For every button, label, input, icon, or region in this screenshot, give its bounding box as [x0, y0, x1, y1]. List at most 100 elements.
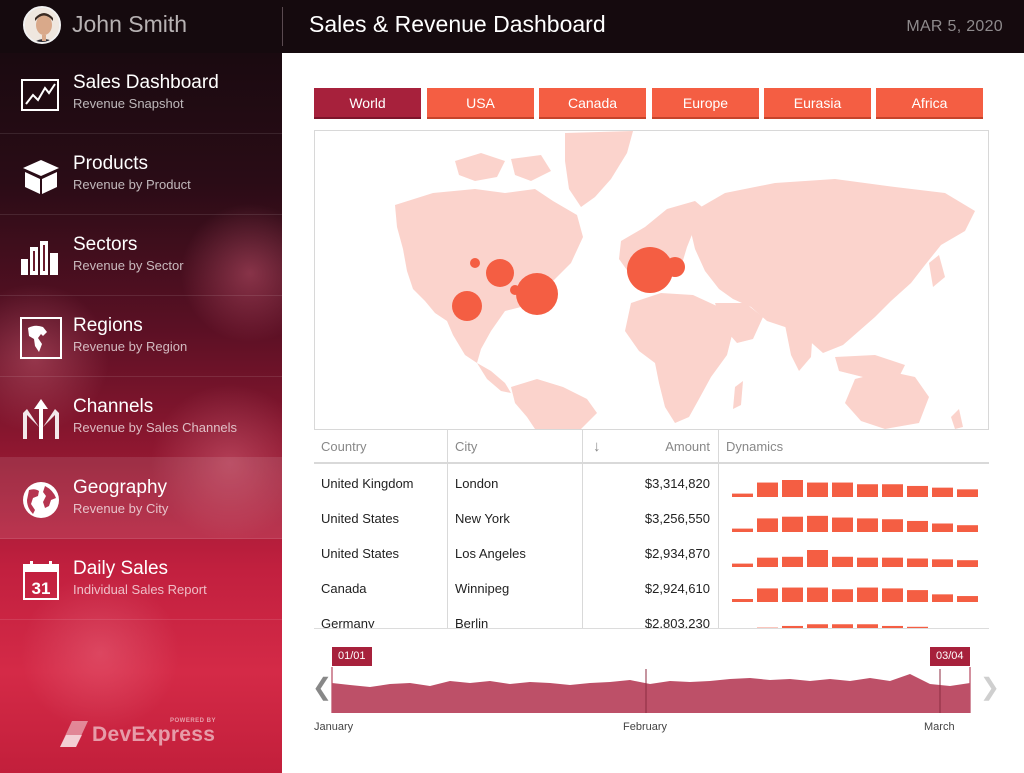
globe-icon: [23, 482, 59, 518]
region-tabs: World USA Canada Europe Eurasia Africa: [314, 88, 984, 120]
sparkline-bar: [957, 560, 978, 567]
region-map-icon: [20, 317, 62, 359]
sidebar-item-regions[interactable]: Regions Revenue by Region: [0, 296, 282, 377]
sparkline-bar: [857, 557, 878, 567]
line-chart-icon: [21, 79, 59, 111]
range-end-marker[interactable]: 03/04: [930, 647, 970, 666]
sidebar-item-daily-sales[interactable]: 31 Daily Sales Individual Sales Report: [0, 539, 282, 620]
bubble-marker[interactable]: [510, 285, 520, 295]
sidebar-item-geography[interactable]: Geography Revenue by City: [0, 458, 282, 539]
bubble-marker[interactable]: [486, 259, 514, 287]
sidebar-item-subtitle: Revenue by Sector: [73, 258, 184, 273]
table-row[interactable]: United Kingdom London $3,314,820: [314, 466, 989, 501]
sparkline-bars: [732, 587, 978, 602]
sparkline-bar: [882, 484, 903, 497]
column-header-dynamics[interactable]: Dynamics: [719, 429, 919, 464]
world-map-canvas: [395, 131, 975, 429]
sparkline-bar: [832, 624, 853, 628]
sparkline-bar: [732, 528, 753, 532]
sparkline-bar: [907, 590, 928, 602]
cell-city: Winnipeg: [455, 581, 510, 596]
sparkline-bars: [732, 550, 978, 567]
axis-label-march: March: [924, 721, 955, 733]
bubble-marker[interactable]: [665, 257, 685, 277]
tab-africa[interactable]: Africa: [876, 88, 983, 119]
sparkline-bar: [757, 482, 778, 497]
sidebar-item-title: Daily Sales: [73, 558, 169, 579]
tab-eurasia[interactable]: Eurasia: [764, 88, 871, 119]
sparkline-bar: [932, 559, 953, 567]
avatar[interactable]: [23, 6, 61, 44]
tab-usa[interactable]: USA: [427, 88, 534, 119]
user-name: John Smith: [72, 11, 188, 37]
table-row[interactable]: United States Los Angeles $2,934,870: [314, 536, 989, 571]
table-row[interactable]: Germany Berlin $2,803,230: [314, 606, 989, 629]
sparkline-bar: [807, 624, 828, 628]
cell-country: United States: [321, 511, 400, 526]
date-range-selector[interactable]: ❮ ❯ 01/01 03/04 January February March: [310, 643, 1000, 743]
sort-desc-icon[interactable]: ↓: [586, 429, 606, 464]
sparkline-bar: [807, 550, 828, 567]
sidebar: Sales Dashboard Revenue Snapshot Product…: [0, 53, 282, 773]
cell-city: Berlin: [455, 616, 489, 629]
cell-amount: $3,314,820: [644, 476, 710, 491]
range-start-marker[interactable]: 01/01: [332, 647, 372, 666]
range-area: [332, 674, 970, 713]
tab-world[interactable]: World: [314, 88, 421, 119]
sparkline-bar: [782, 480, 803, 497]
devexpress-logo-icon: [60, 721, 88, 747]
sparkline-bar: [932, 523, 953, 532]
cell-city: New York: [455, 511, 510, 526]
sidebar-item-title: Channels: [73, 396, 154, 417]
sparkline-bar: [857, 518, 878, 532]
sidebar-item-title: Geography: [73, 477, 168, 498]
sparkline-bar: [732, 599, 753, 602]
column-header-country[interactable]: Country: [314, 429, 447, 464]
sidebar-item-sectors[interactable]: Sectors Revenue by Sector: [0, 215, 282, 296]
sparkline-bar: [907, 558, 928, 567]
cell-city: Los Angeles: [455, 546, 526, 561]
tab-europe[interactable]: Europe: [652, 88, 759, 119]
sparkline-bar: [957, 525, 978, 532]
sidebar-item-subtitle: Individual Sales Report: [73, 582, 207, 597]
cell-country: Canada: [321, 581, 367, 596]
sparkline-bar: [782, 516, 803, 532]
sparkline-bar: [907, 520, 928, 532]
sparkline-bar: [857, 624, 878, 628]
sidebar-item-products[interactable]: Products Revenue by Product: [0, 134, 282, 215]
sidebar-item-channels[interactable]: Channels Revenue by Sales Channels: [0, 377, 282, 458]
axis-label-january: January: [314, 721, 354, 733]
sparkline-bar: [732, 493, 753, 497]
sparkline-bars: [757, 624, 928, 628]
cell-country: United States: [321, 546, 400, 561]
bubble-marker[interactable]: [470, 258, 480, 268]
tab-canada[interactable]: Canada: [539, 88, 646, 119]
column-header-amount[interactable]: Amount: [614, 429, 718, 464]
column-header-city[interactable]: City: [448, 429, 582, 464]
cell-country: Germany: [321, 616, 375, 629]
world-map[interactable]: [314, 130, 989, 430]
range-area-chart: [331, 667, 971, 713]
sparkline-bar: [732, 563, 753, 567]
sparkline-bar: [832, 556, 853, 567]
bubble-marker[interactable]: [452, 291, 482, 321]
sales-grid: Country City ↓ Amount Dynamics United Ki…: [314, 429, 989, 629]
brand-name: DevExpress: [92, 723, 216, 746]
sparkline-bar: [932, 487, 953, 497]
table-row[interactable]: United States New York $3,256,550: [314, 501, 989, 536]
cell-city: London: [455, 476, 499, 491]
sparkline-bars: [732, 480, 978, 497]
sparkline-bar: [807, 515, 828, 532]
main-content: World USA Canada Europe Eurasia Africa C…: [282, 53, 1024, 773]
table-row[interactable]: Canada Winnipeg $2,924,610: [314, 571, 989, 606]
sidebar-item-subtitle: Revenue Snapshot: [73, 96, 184, 111]
bubble-marker[interactable]: [516, 273, 558, 315]
cell-amount: $2,934,870: [644, 546, 710, 561]
sidebar-item-sales-dashboard[interactable]: Sales Dashboard Revenue Snapshot: [0, 53, 282, 134]
land-masses: [395, 131, 975, 429]
user-photo-icon: [25, 8, 59, 42]
date-label: MAR 5, 2020: [906, 18, 1003, 35]
sidebar-item-title: Regions: [73, 315, 143, 336]
sparkline-bar: [807, 482, 828, 497]
sparkline-bar: [882, 625, 903, 628]
